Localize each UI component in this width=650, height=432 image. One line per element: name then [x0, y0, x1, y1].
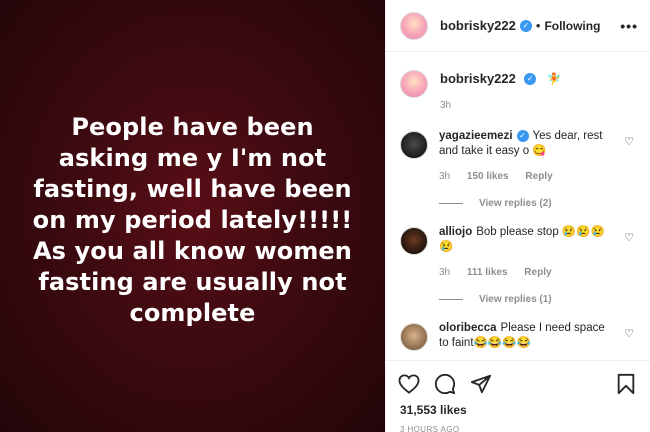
comment-text: oloribecca Please I need space to faint😂😂…	[439, 321, 617, 351]
caption-avatar[interactable]	[400, 70, 428, 98]
post-image[interactable]: People have been asking me y I'm not fas…	[0, 0, 385, 432]
caption-emoji: 🧚	[546, 72, 562, 86]
verified-badge-icon: ✓	[524, 72, 537, 85]
author-avatar[interactable]	[400, 11, 428, 40]
more-options-icon[interactable]: •••	[620, 18, 638, 34]
comment-meta: 3h 111 likes Reply	[439, 267, 617, 278]
comment: oloribecca Please I need space to faint😂😂…	[386, 321, 650, 351]
header-separator: •	[535, 18, 541, 33]
caption-username[interactable]: bobrisky222	[440, 71, 516, 86]
view-replies-label: View replies (2)	[479, 198, 552, 209]
share-paper-plane-icon[interactable]	[470, 373, 492, 395]
commenter-avatar[interactable]	[400, 131, 428, 159]
post-image-text: People have been asking me y I'm not fas…	[32, 112, 353, 327]
post-header: bobrisky222 ✓ • Following •••	[386, 0, 650, 52]
comment-meta: 3h 150 likes Reply	[439, 171, 617, 182]
commenter-username[interactable]: yagazieemezi	[439, 130, 513, 142]
comment-likes[interactable]: 111 likes	[467, 267, 508, 278]
save-bookmark-icon[interactable]	[616, 373, 636, 395]
author-username[interactable]: bobrisky222	[440, 18, 516, 33]
comment-likes[interactable]: 150 likes	[467, 171, 509, 182]
like-comment-heart-icon[interactable]: ♡	[624, 135, 634, 148]
commenter-username[interactable]: oloribecca	[439, 322, 497, 334]
like-comment-heart-icon[interactable]: ♡	[624, 231, 634, 244]
post-sidebar: bobrisky222 ✓ • Following ••• bobrisky22…	[385, 0, 650, 432]
caption: bobrisky222 ✓ 🧚	[386, 52, 650, 98]
action-icons	[386, 361, 650, 395]
verified-badge-icon: ✓	[519, 19, 532, 32]
view-replies-button[interactable]: View replies (1)	[439, 294, 650, 305]
reply-button[interactable]: Reply	[524, 267, 551, 278]
comment-text: yagazieemezi ✓ Yes dear, rest and take it …	[439, 129, 617, 159]
comment-time: 3h	[439, 171, 451, 182]
comment-bubble-icon[interactable]	[434, 373, 456, 395]
comment: alliojo Bob please stop 😢😢😢 😢 3h 111 like…	[386, 225, 650, 278]
action-bar: 31,553 likes 3 HOURS AGO	[386, 360, 650, 432]
following-button[interactable]: Following	[544, 19, 600, 33]
like-comment-heart-icon[interactable]: ♡	[624, 327, 634, 340]
comment-time: 3h	[439, 267, 451, 278]
commenter-username[interactable]: alliojo	[439, 226, 472, 238]
comment: yagazieemezi ✓ Yes dear, rest and take it …	[386, 129, 650, 182]
like-heart-icon[interactable]	[398, 374, 420, 394]
comment-text: alliojo Bob please stop 😢😢😢 😢	[439, 225, 617, 255]
reply-button[interactable]: Reply	[525, 171, 552, 182]
commenter-avatar[interactable]	[400, 227, 428, 255]
divider-line	[439, 299, 463, 300]
post-time[interactable]: 3 HOURS AGO	[386, 417, 650, 432]
caption-time: 3h	[440, 100, 452, 111]
commenter-avatar[interactable]	[400, 323, 428, 351]
verified-badge-icon: ✓	[516, 129, 529, 142]
view-replies-button[interactable]: View replies (2)	[439, 198, 650, 209]
view-replies-label: View replies (1)	[479, 294, 552, 305]
likes-count[interactable]: 31,553 likes	[386, 395, 650, 417]
divider-line	[439, 203, 463, 204]
